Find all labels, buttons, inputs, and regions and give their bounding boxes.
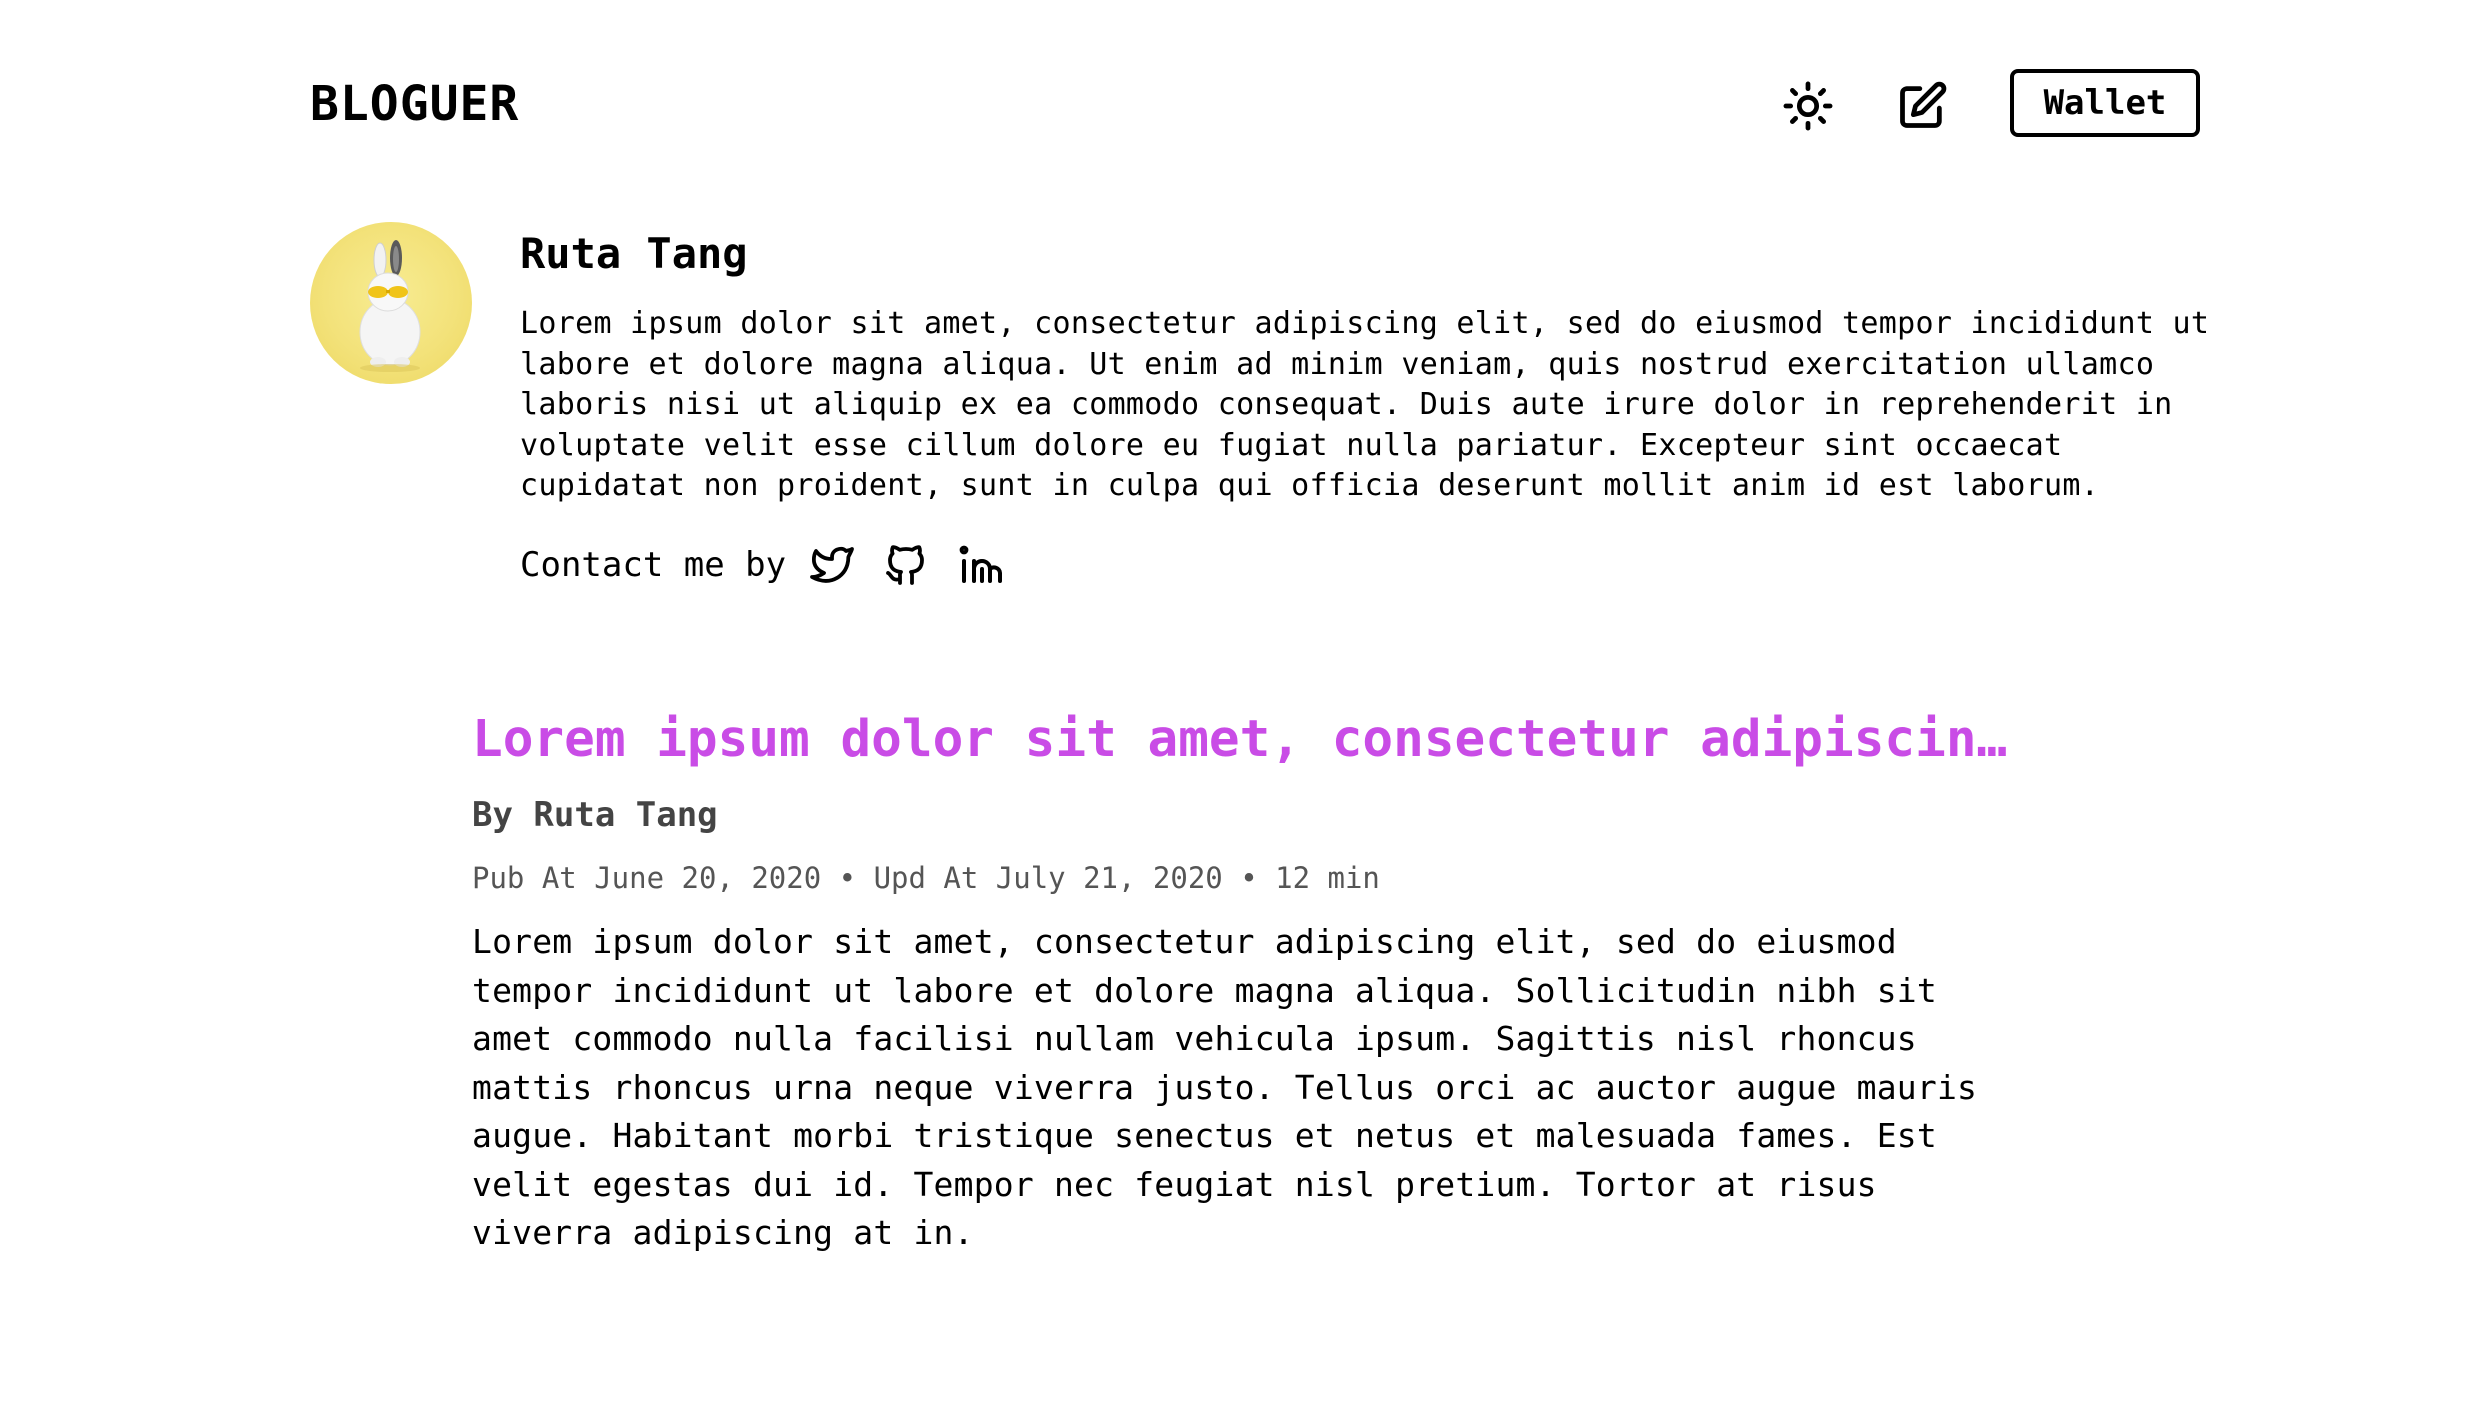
site-header: BLOGUER Wallet [0, 0, 2482, 200]
linkedin-icon [959, 545, 1003, 583]
twitter-link[interactable] [804, 537, 860, 593]
post-card: Lorem ipsum dolor sit amet, consectetur … [472, 706, 2032, 1258]
site-logo[interactable]: BLOGUER [310, 72, 519, 136]
author-bio: Lorem ipsum dolor sit amet, consectetur … [520, 306, 2210, 503]
twitter-icon [810, 546, 855, 583]
post-title-link[interactable]: Lorem ipsum dolor sit amet, consectetur … [472, 706, 2032, 774]
post-meta: Pub At June 20, 2020 • Upd At July 21, 2… [472, 861, 1380, 895]
github-link[interactable] [878, 537, 934, 593]
profile-details: Ruta Tang Lorem ipsum dolor sit amet, co… [520, 222, 2220, 593]
theme-toggle-button[interactable] [1776, 74, 1840, 138]
contact-links: Contact me by [520, 537, 2220, 593]
contact-label: Contact me by [520, 544, 787, 585]
github-icon [886, 544, 925, 585]
linkedin-link[interactable] [952, 537, 1008, 593]
wallet-button[interactable]: Wallet [2010, 69, 2200, 137]
post-author: By Ruta Tang [472, 795, 718, 835]
rabbit-avatar-image [359, 240, 421, 372]
edit-icon [1900, 81, 1947, 128]
write-post-button[interactable] [1890, 74, 1954, 138]
avatar [310, 222, 472, 384]
sun-icon [1783, 81, 1833, 131]
post-excerpt: Lorem ipsum dolor sit amet, consectetur … [472, 922, 1978, 1252]
author-name: Ruta Tang [520, 229, 748, 278]
